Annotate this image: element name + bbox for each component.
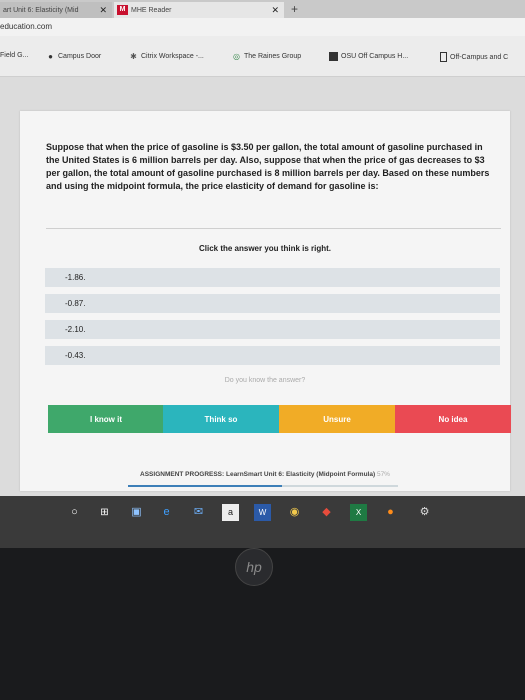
i-know-it-button[interactable]: I know it <box>48 405 164 433</box>
bookmark-label: Field G... <box>0 52 29 59</box>
task-view-icon[interactable]: ⊞ <box>96 504 113 521</box>
assignment-progress: ASSIGNMENT PROGRESS: LearnSmart Unit 6: … <box>20 471 510 478</box>
tab-learnsmart[interactable]: art Unit 6: Elasticity (Mid ✕ <box>0 2 112 18</box>
tab-strip: art Unit 6: Elasticity (Mid ✕ M MHE Read… <box>0 0 525 18</box>
tab-mhe-reader[interactable]: M MHE Reader ✕ <box>114 2 284 18</box>
word-icon[interactable]: W <box>254 504 271 521</box>
start-circle-icon[interactable]: ○ <box>66 504 83 521</box>
app-icon[interactable]: ◆ <box>318 504 335 521</box>
question-text: Suppose that when the price of gasoline … <box>46 142 490 191</box>
settings-gear-icon[interactable]: ⚙ <box>416 504 433 521</box>
bookmark-off-campus[interactable]: Off-Campus and C <box>440 52 508 62</box>
bookmark-label: Campus Door <box>58 53 102 60</box>
answer-option-4[interactable]: -0.43. <box>45 346 500 365</box>
progress-bar-fill <box>128 485 282 487</box>
tab-label: art Unit 6: Elasticity (Mid <box>3 6 79 14</box>
unsure-button[interactable]: Unsure <box>279 405 395 433</box>
question-card: Suppose that when the price of gasoline … <box>20 111 511 491</box>
citrix-icon: ✱ <box>130 52 137 61</box>
mail-icon[interactable]: ✉ <box>190 504 207 521</box>
bookmark-label: Citrix Workspace -... <box>141 53 204 60</box>
bookmark-field-g[interactable]: Field G... <box>0 52 28 59</box>
answer-option-3[interactable]: -2.10. <box>45 320 500 339</box>
no-idea-button[interactable]: No idea <box>395 405 511 433</box>
tab-label: MHE Reader <box>131 6 172 14</box>
hp-logo: hp <box>235 548 273 586</box>
bookmark-campus-door[interactable]: ● Campus Door <box>46 52 101 61</box>
door-icon: ● <box>48 52 53 61</box>
think-so-button[interactable]: Think so <box>163 405 279 433</box>
bookmark-citrix[interactable]: ✱ Citrix Workspace -... <box>129 52 204 61</box>
rect-icon <box>440 52 447 62</box>
taskbar: ○ ⊞ ▣ e ✉ a W ◉ ◆ X ● ⚙ <box>0 496 525 548</box>
globe-icon: ◎ <box>233 52 240 61</box>
progress-percent: 57% <box>376 471 390 478</box>
url-text: education.com <box>0 22 53 31</box>
amazon-icon[interactable]: a <box>222 504 239 521</box>
screen: art Unit 6: Elasticity (Mid ✕ M MHE Read… <box>0 0 525 548</box>
progress-label: ASSIGNMENT PROGRESS: LearnSmart Unit 6: … <box>140 471 376 478</box>
bookmark-label: The Raines Group <box>244 53 302 60</box>
address-bar[interactable]: education.com <box>0 18 525 36</box>
bookmark-label: Off-Campus and C <box>450 53 509 61</box>
bookmark-osu-off-campus[interactable]: OSU Off Campus H... <box>329 52 408 61</box>
divider <box>46 228 501 229</box>
new-tab-icon[interactable]: + <box>291 2 298 16</box>
answer-option-1[interactable]: -1.86. <box>45 268 500 287</box>
excel-icon[interactable]: X <box>350 504 367 521</box>
bookmark-label: OSU Off Campus H... <box>341 53 409 60</box>
edge-icon[interactable]: e <box>158 504 175 521</box>
bookmark-raines-group[interactable]: ◎ The Raines Group <box>232 52 301 61</box>
close-icon[interactable]: ✕ <box>99 5 107 16</box>
mhe-logo-icon: M <box>117 5 128 15</box>
close-icon[interactable]: ✕ <box>271 5 279 16</box>
square-icon <box>329 52 338 61</box>
chrome-icon[interactable]: ◉ <box>286 504 303 521</box>
answer-prompt: Click the answer you think is right. <box>198 244 332 253</box>
hint-text: Do you know the answer? <box>224 377 306 384</box>
bookmarks-bar: Field G... ● Campus Door ✱ Citrix Worksp… <box>0 36 525 77</box>
progress-bar <box>128 485 398 487</box>
store-icon[interactable]: ▣ <box>128 504 145 521</box>
answer-option-2[interactable]: -0.87. <box>45 294 500 313</box>
firefox-icon[interactable]: ● <box>382 504 399 521</box>
